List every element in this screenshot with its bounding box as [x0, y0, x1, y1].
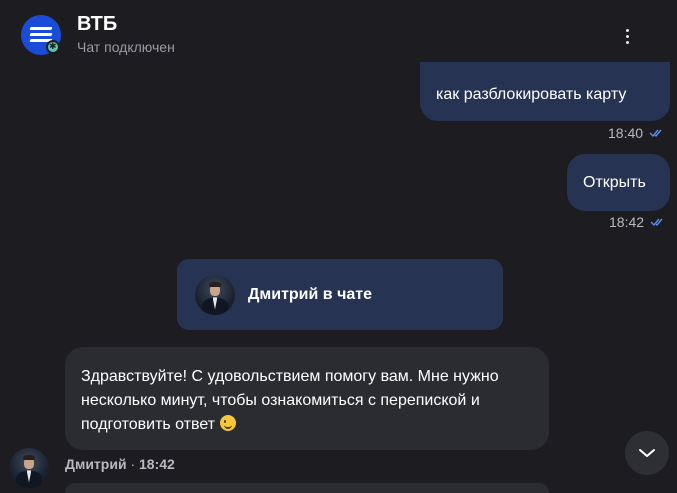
- message-time: 18:42: [609, 214, 645, 230]
- double-check-icon: [650, 218, 663, 227]
- agent-avatar: [195, 275, 235, 315]
- message-sender-meta: Дмитрий · 18:42: [65, 456, 175, 472]
- more-vertical-icon: [625, 28, 629, 32]
- agent-joined-text: Дмитрий в чате: [248, 286, 372, 303]
- meta-separator: ·: [130, 456, 136, 472]
- message-time: 18:42: [139, 456, 175, 472]
- outgoing-message[interactable]: как разблокировать карту: [420, 62, 670, 121]
- wink-emoji-icon: [219, 415, 236, 431]
- sender-avatar: [9, 448, 49, 488]
- chat-status: Чат подключен: [77, 39, 175, 55]
- message-text: Открыть: [583, 174, 646, 191]
- message-text: Здравствуйте! С удовольствием помогу вам…: [81, 368, 499, 433]
- message-text: как разблокировать карту: [436, 86, 627, 103]
- sender-name: Дмитрий: [65, 456, 127, 472]
- incoming-message[interactable]: Здравствуйте! С удовольствием помогу вам…: [65, 347, 549, 450]
- message-meta: 18:40: [608, 125, 663, 141]
- more-menu-button[interactable]: [618, 24, 636, 48]
- outgoing-message[interactable]: Открыть: [567, 154, 670, 211]
- online-badge-icon: [46, 40, 60, 54]
- incoming-message-partial: [65, 483, 549, 493]
- chat-header: ВТБ Чат подключен: [0, 0, 677, 68]
- double-check-icon: [649, 129, 662, 138]
- vtb-logo-icon: [21, 15, 61, 55]
- message-time: 18:40: [608, 125, 644, 141]
- agent-joined-card: Дмитрий в чате: [177, 259, 503, 330]
- scroll-down-button[interactable]: [625, 431, 669, 475]
- message-meta: 18:42: [609, 214, 664, 230]
- chat-title: ВТБ: [77, 13, 118, 35]
- chevron-down-icon: [639, 449, 655, 457]
